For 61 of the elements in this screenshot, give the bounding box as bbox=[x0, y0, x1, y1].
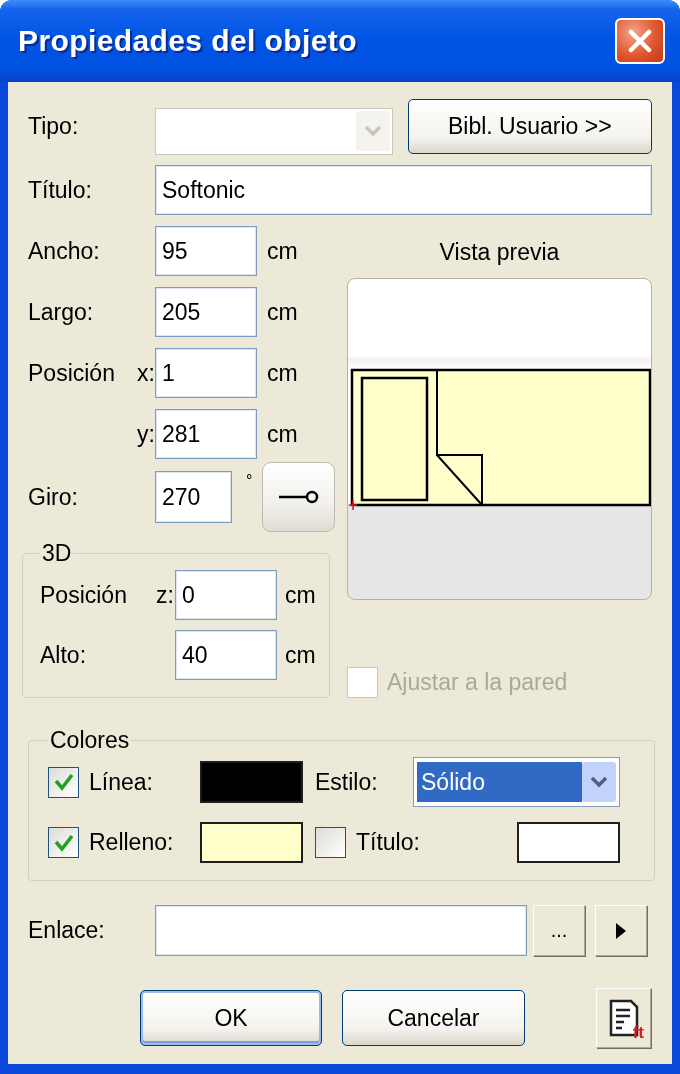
number-field[interactable]: 205 bbox=[155, 287, 257, 337]
field-label: Enlace: bbox=[28, 917, 105, 944]
axis-label: y: bbox=[137, 420, 155, 448]
go-button[interactable] bbox=[595, 905, 647, 956]
cancel-button[interactable]: Cancelar bbox=[342, 990, 525, 1046]
report-button[interactable]: ft bbox=[596, 988, 651, 1048]
checkbox[interactable] bbox=[315, 827, 346, 858]
number-field[interactable]: 281 bbox=[155, 409, 257, 459]
unit-label: ° bbox=[246, 472, 253, 490]
number-field[interactable]: 270 bbox=[155, 471, 232, 523]
preview-label: Vista previa bbox=[439, 238, 560, 266]
style-dropdown[interactable]: Sólido bbox=[413, 757, 620, 807]
unit-label: cm bbox=[267, 237, 298, 265]
unit-label: cm bbox=[285, 581, 316, 609]
ok-button[interactable]: OK bbox=[140, 990, 322, 1046]
check-icon bbox=[53, 833, 74, 852]
group-title: 3D bbox=[41, 540, 73, 566]
checkbox-label: Ajustar a la pared bbox=[387, 669, 568, 696]
triangle-right-icon bbox=[616, 922, 626, 939]
unit-label: cm bbox=[267, 359, 298, 387]
line-circle-icon bbox=[278, 490, 319, 504]
cross-mark-icon bbox=[348, 499, 358, 511]
line-color-swatch[interactable] bbox=[200, 761, 303, 803]
chevron-down-icon bbox=[355, 111, 390, 151]
field-label: Alto: bbox=[40, 641, 87, 669]
unit-label: cm bbox=[267, 298, 298, 326]
field-label: Posición bbox=[40, 581, 127, 609]
close-button[interactable] bbox=[615, 18, 665, 64]
field-label: Ancho: bbox=[28, 237, 100, 265]
window-title: Propiedades del objeto bbox=[18, 24, 357, 58]
check-icon bbox=[53, 773, 74, 791]
link-field[interactable] bbox=[155, 905, 527, 956]
number-field[interactable]: 0 bbox=[175, 570, 277, 620]
checkbox-label: Línea: bbox=[89, 768, 153, 796]
close-icon bbox=[628, 29, 652, 53]
title-color-swatch[interactable] bbox=[517, 822, 620, 863]
field-label: Título: bbox=[28, 176, 92, 204]
field-label: Tipo: bbox=[28, 112, 79, 140]
fill-color-swatch[interactable] bbox=[200, 822, 303, 863]
unit-label: cm bbox=[285, 641, 316, 669]
number-field[interactable]: 40 bbox=[175, 630, 277, 680]
checkbox[interactable] bbox=[48, 766, 79, 798]
field-label: Giro: bbox=[28, 483, 78, 511]
rotation-button[interactable] bbox=[262, 462, 336, 532]
group-title: Colores bbox=[49, 727, 131, 753]
number-field[interactable]: 1 bbox=[155, 348, 257, 398]
title-field[interactable]: Softonic bbox=[155, 165, 652, 215]
field-label: Largo: bbox=[28, 298, 94, 326]
field-label: Estilo: bbox=[315, 768, 378, 795]
chevron-down-icon bbox=[582, 762, 616, 802]
axis-label: x: bbox=[137, 359, 155, 387]
checkbox-label: Relleno: bbox=[89, 829, 174, 856]
checkbox-label: Título: bbox=[356, 829, 420, 856]
browse-button[interactable]: ... bbox=[533, 905, 585, 956]
number-field[interactable]: 95 bbox=[155, 226, 257, 276]
unit-label: cm bbox=[267, 420, 298, 448]
logo-letters: ft bbox=[632, 1024, 644, 1041]
library-button[interactable]: Bibl. Usuario >> bbox=[407, 98, 652, 154]
axis-label: z: bbox=[156, 581, 174, 609]
field-label: Posición bbox=[28, 359, 115, 387]
checkbox[interactable] bbox=[48, 827, 79, 858]
